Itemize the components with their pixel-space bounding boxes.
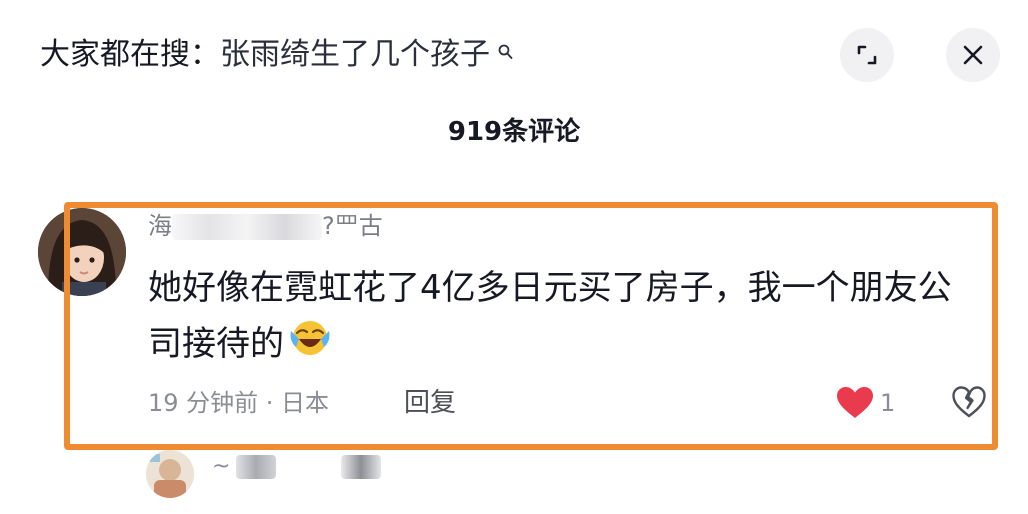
next-username-fragment: ~ <box>212 454 231 479</box>
expand-button[interactable] <box>840 28 894 82</box>
username-visible-start: 海 <box>148 212 172 240</box>
close-button[interactable] <box>946 28 1000 82</box>
next-comment-username[interactable]: ~ <box>212 454 381 479</box>
comment-panel-header: 大家都在搜：张雨绮生了几个孩子 <box>0 0 1028 110</box>
loudly-crying-laughing-emoji-icon <box>288 317 332 374</box>
comment-count: 919条评论 <box>447 117 581 147</box>
comment-username[interactable]: 海 ?罒古 <box>148 208 383 244</box>
username-redacted <box>172 214 322 240</box>
like-heart-icon[interactable] <box>836 386 874 424</box>
like-count: 1 <box>880 389 896 417</box>
next-comment-avatar[interactable] <box>146 450 194 498</box>
comment-text: 她好像在霓虹花了4亿多日元买了房子，我一个朋友公司接待的 <box>148 268 952 364</box>
next-username-redacted-2 <box>340 454 381 479</box>
username-visible-end: ?罒古 <box>322 212 383 240</box>
reply-button[interactable]: 回复 <box>404 384 456 422</box>
comment-body: 她好像在霓虹花了4亿多日元买了房子，我一个朋友公司接待的 <box>148 260 978 374</box>
expand-icon <box>857 45 877 65</box>
trending-search-link[interactable]: 大家都在搜：张雨绮生了几个孩子 <box>40 32 514 78</box>
trending-search-prefix: 大家都在搜： <box>40 37 220 72</box>
next-username-redacted <box>235 454 276 479</box>
comment-meta: 19 分钟前 · 日本 <box>148 389 330 417</box>
search-icon <box>492 43 514 67</box>
dislike-broken-heart-icon[interactable] <box>952 386 986 422</box>
close-icon <box>963 45 983 65</box>
trending-search-query[interactable]: 张雨绮生了几个孩子 <box>220 37 490 72</box>
